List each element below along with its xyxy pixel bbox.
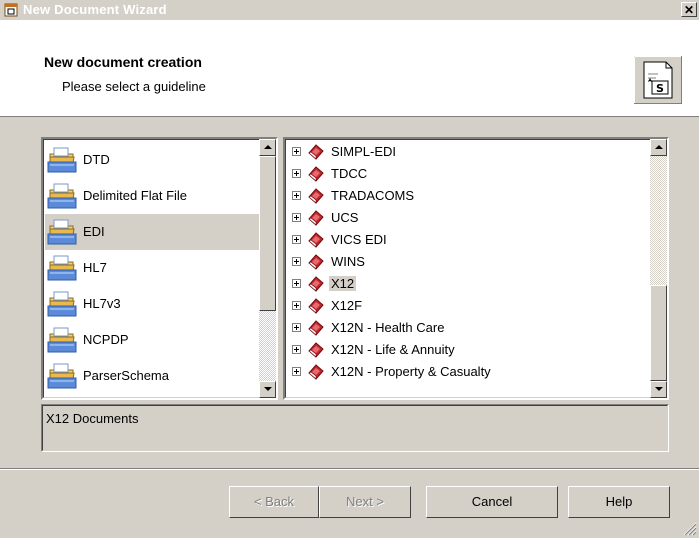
red-book-icon xyxy=(307,143,325,161)
red-book-icon xyxy=(307,231,325,249)
description-box: X12 Documents xyxy=(41,404,669,452)
arrow-up-icon xyxy=(655,145,663,149)
guideline-label: VICS EDI xyxy=(331,232,387,247)
expand-plus-icon[interactable] xyxy=(292,213,301,222)
category-scroll-up-button[interactable] xyxy=(259,139,276,156)
guideline-item[interactable]: X12 xyxy=(287,273,657,295)
folder-icon xyxy=(47,146,77,174)
title-bar[interactable]: New Document Wizard ✕ xyxy=(0,0,699,20)
red-book-icon xyxy=(307,297,325,315)
arrow-up-icon xyxy=(264,145,272,149)
category-item[interactable]: NCPDP xyxy=(45,322,263,358)
resize-grip-icon[interactable] xyxy=(683,522,697,536)
red-book-icon xyxy=(307,363,325,381)
guideline-label: X12N - Property & Casualty xyxy=(331,364,491,379)
guideline-item[interactable]: TDCC xyxy=(287,163,657,185)
expand-plus-icon[interactable] xyxy=(292,169,301,178)
guideline-scrollbar[interactable] xyxy=(650,139,667,398)
category-label: HL7v3 xyxy=(83,296,121,311)
guideline-scroll-down-button[interactable] xyxy=(650,381,667,398)
category-list[interactable]: DTD Delimited Flat File EDI HL7 HL7v3 NCPDP Pa… xyxy=(41,137,278,400)
guideline-label: X12N - Life & Annuity xyxy=(331,342,455,357)
header-title: New document creation xyxy=(44,54,202,70)
red-book-icon xyxy=(307,341,325,359)
folder-icon xyxy=(47,182,77,210)
folder-icon xyxy=(47,362,77,390)
folder-icon xyxy=(47,290,77,318)
folder-icon xyxy=(47,218,77,246)
guideline-item[interactable]: X12N - Life & Annuity xyxy=(287,339,657,361)
category-label: DTD xyxy=(83,152,110,167)
folder-icon xyxy=(47,326,77,354)
svg-text:S: S xyxy=(656,82,664,95)
wizard-header: New document creation Please select a gu… xyxy=(0,20,699,117)
category-label: ParserSchema xyxy=(83,368,169,383)
folder-icon xyxy=(47,398,77,400)
app-document-icon xyxy=(4,3,18,17)
guideline-item[interactable]: SIMPL-EDI xyxy=(287,141,657,163)
arrow-down-icon xyxy=(655,387,663,391)
guideline-label: SIMPL-EDI xyxy=(331,144,397,159)
category-label: NCPDP xyxy=(83,332,129,347)
expand-plus-icon[interactable] xyxy=(292,345,301,354)
category-scroll-thumb[interactable] xyxy=(259,156,276,311)
category-item[interactable]: DTD xyxy=(45,142,263,178)
guideline-scroll-thumb[interactable] xyxy=(650,285,667,381)
next-button[interactable]: Next > xyxy=(319,486,411,518)
red-book-icon xyxy=(307,275,325,293)
category-item[interactable]: ParserSchema xyxy=(45,358,263,394)
category-item[interactable]: Delimited Flat File xyxy=(45,178,263,214)
expand-plus-icon[interactable] xyxy=(292,367,301,376)
guideline-label: TDCC xyxy=(331,166,368,181)
category-label: HL7 xyxy=(83,260,107,275)
cancel-button[interactable]: Cancel xyxy=(426,486,558,518)
guideline-label: WINS xyxy=(331,254,365,269)
category-item[interactable]: HL7v3 xyxy=(45,286,263,322)
category-item[interactable]: HL7 xyxy=(45,250,263,286)
expand-plus-icon[interactable] xyxy=(292,257,301,266)
guideline-item[interactable]: WINS xyxy=(287,251,657,273)
header-subtitle: Please select a guideline xyxy=(62,79,206,94)
expand-plus-icon[interactable] xyxy=(292,301,301,310)
guideline-label: TRADACOMS xyxy=(331,188,415,203)
guideline-item[interactable]: TRADACOMS xyxy=(287,185,657,207)
guideline-scroll-up-button[interactable] xyxy=(650,139,667,156)
guideline-item[interactable]: UCS xyxy=(287,207,657,229)
red-book-icon xyxy=(307,253,325,271)
expand-plus-icon[interactable] xyxy=(292,147,301,156)
new-document-wizard-icon: S xyxy=(634,56,682,104)
category-item[interactable]: EDI xyxy=(45,214,263,250)
description-text: X12 Documents xyxy=(46,411,139,426)
expand-plus-icon[interactable] xyxy=(292,191,301,200)
guideline-label: UCS xyxy=(331,210,359,225)
guideline-tree[interactable]: SIMPL-EDI TDCC TRADACOMS UCS VICS EDI WINS X12… xyxy=(283,137,669,400)
category-scroll-down-button[interactable] xyxy=(259,381,276,398)
footer-separator-highlight xyxy=(0,469,699,470)
expand-plus-icon[interactable] xyxy=(292,323,301,332)
close-button[interactable]: ✕ xyxy=(681,2,697,17)
guideline-item[interactable]: X12F xyxy=(287,295,657,317)
guideline-item[interactable]: X12N - Property & Casualty xyxy=(287,361,657,383)
red-book-icon xyxy=(307,187,325,205)
window-title: New Document Wizard xyxy=(23,2,167,17)
category-scrollbar[interactable] xyxy=(259,139,276,398)
category-item[interactable]: Positional Flat File xyxy=(45,394,263,400)
arrow-down-icon xyxy=(264,387,272,391)
guideline-item[interactable]: X12N - Health Care xyxy=(287,317,657,339)
guideline-label: X12F xyxy=(331,298,363,313)
red-book-icon xyxy=(307,165,325,183)
red-book-icon xyxy=(307,319,325,337)
category-label: EDI xyxy=(83,224,105,239)
guideline-label: X12 xyxy=(329,276,357,291)
back-button[interactable]: < Back xyxy=(229,486,319,518)
expand-plus-icon[interactable] xyxy=(292,235,301,244)
expand-plus-icon[interactable] xyxy=(292,279,301,288)
category-label: Delimited Flat File xyxy=(83,188,188,203)
guideline-item[interactable]: VICS EDI xyxy=(287,229,657,251)
help-button[interactable]: Help xyxy=(568,486,670,518)
folder-icon xyxy=(47,254,77,282)
red-book-icon xyxy=(307,209,325,227)
guideline-label: X12N - Health Care xyxy=(331,320,445,335)
